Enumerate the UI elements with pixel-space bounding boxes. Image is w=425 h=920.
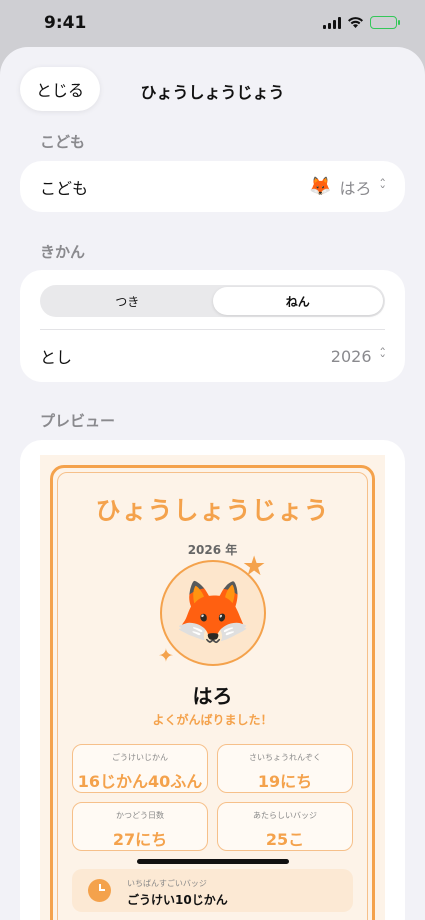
stat-label: さいちょうれんぞく xyxy=(249,753,321,762)
clock-icon xyxy=(88,879,111,902)
child-section-header: こども xyxy=(40,133,86,151)
stat-value: 19にち xyxy=(257,772,313,791)
chevron-updown-icon: ˄ ˅ xyxy=(378,346,386,366)
period-card: つき ねん とし 2026 ˄ ˅ xyxy=(20,270,405,382)
best-badge-value: ごうけい10じかん xyxy=(127,893,228,907)
selected-child-name: はろ xyxy=(339,178,372,198)
status-time: 9:41 xyxy=(44,13,87,33)
battery-charging-icon xyxy=(370,16,400,29)
certificate-preview-card: ひょうしょうじょう 2026 年 🦊 ★ ✦ はろ よくがんばりました！ ごうけ… xyxy=(20,440,405,920)
status-bar: 9:41 xyxy=(0,0,425,48)
certificate-year: 2026 年 xyxy=(187,543,238,557)
selected-year: 2026 xyxy=(330,346,372,366)
stat-active-days: かつどう日数 27にち xyxy=(72,802,208,851)
cellular-signal-icon xyxy=(323,16,341,29)
star-icon: ★ xyxy=(242,551,267,582)
status-icons xyxy=(323,16,400,29)
chevron-updown-icon: ˄ ˅ xyxy=(378,176,386,197)
certificate-message: よくがんばりました！ xyxy=(152,713,273,727)
stat-longest-streak: さいちょうれんぞく 19にち xyxy=(217,744,353,793)
fox-avatar-icon: 🦊 xyxy=(309,176,332,197)
stat-total-time: ごうけいじかん 16じかん40ふん xyxy=(72,744,208,793)
certificate-name: はろ xyxy=(192,684,233,708)
best-badge: いちばんすごいバッジ ごうけい10じかん xyxy=(72,869,353,912)
certificate-paper: ひょうしょうじょう 2026 年 🦊 ★ ✦ はろ よくがんばりました！ ごうけ… xyxy=(40,455,385,920)
year-row-label: とし xyxy=(40,348,73,367)
stat-new-badges: あたらしいバッジ 25こ xyxy=(217,802,353,851)
child-picker-value[interactable]: 🦊 はろ ˄ ˅ xyxy=(309,175,386,199)
child-row-label: こども xyxy=(40,178,89,198)
best-badge-label: いちばんすごいバッジ xyxy=(127,879,207,888)
stat-label: かつどう日数 xyxy=(116,811,164,820)
year-picker-row[interactable]: とし 2026 ˄ ˅ xyxy=(20,330,405,382)
stat-value: 27にち xyxy=(112,830,168,849)
stat-label: あたらしいバッジ xyxy=(253,811,317,820)
home-indicator xyxy=(137,859,289,864)
sheet-title: ひょうしょうじょう xyxy=(140,83,285,102)
certificate-sheet: とじる ひょうしょうじょう こども こども 🦊 はろ ˄ ˅ きかん つき ねん … xyxy=(0,47,425,920)
stat-value: 25こ xyxy=(265,830,305,849)
year-picker-value[interactable]: 2026 ˄ ˅ xyxy=(330,346,386,366)
child-picker-card: こども 🦊 はろ ˄ ˅ xyxy=(20,161,405,212)
period-section-header: きかん xyxy=(40,243,86,261)
period-segmented-control: つき ねん xyxy=(40,285,385,317)
stat-value: 16じかん40ふん xyxy=(77,772,203,791)
child-picker-row[interactable]: こども 🦊 はろ ˄ ˅ xyxy=(20,161,405,212)
fox-avatar-icon: 🦊 xyxy=(174,576,252,649)
segment-year[interactable]: ねん xyxy=(212,287,383,315)
segment-month[interactable]: つき xyxy=(42,287,213,315)
preview-section-header: プレビュー xyxy=(40,412,116,430)
wifi-icon xyxy=(348,17,363,28)
sparkle-icon: ✦ xyxy=(158,645,174,667)
certificate-title: ひょうしょうじょう xyxy=(95,496,330,525)
stat-label: ごうけいじかん xyxy=(112,753,168,762)
